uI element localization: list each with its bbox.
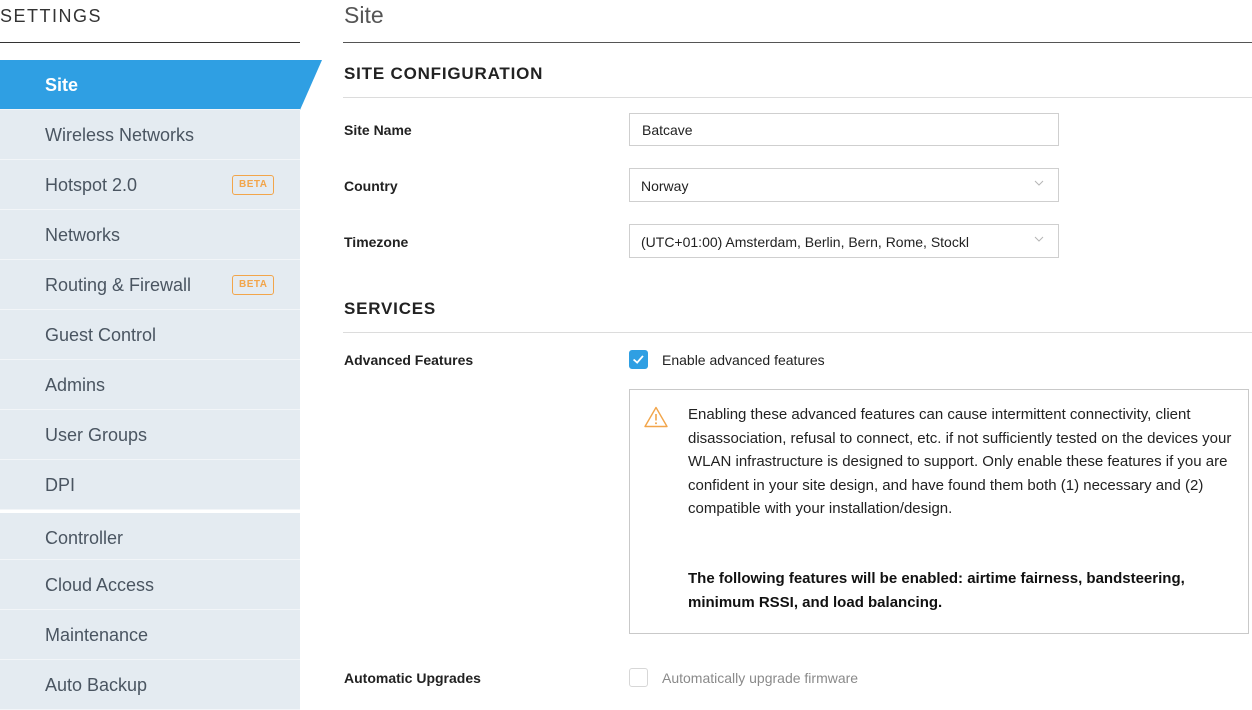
section-divider [343,332,1252,333]
chevron-down-icon [1034,180,1044,186]
warning-text: Enabling these advanced features can cau… [688,406,1232,517]
advanced-features-warning: Enabling these advanced features can cau… [629,389,1249,634]
page-title: Site [344,2,384,28]
site-configuration-heading: SITE CONFIGURATION [344,64,544,83]
sidebar-item-label: Controller [45,528,124,548]
sidebar-item-routing-firewall[interactable]: Routing & Firewall BETA [0,260,300,310]
sidebar-item-label: Site [45,75,79,95]
main-content: Site SITE CONFIGURATION Site Name Countr… [343,0,1252,709]
advanced-features-checkbox[interactable] [629,350,648,369]
site-name-label: Site Name [344,122,412,138]
sidebar-item-label: Routing & Firewall [45,275,192,295]
chevron-down-icon [1034,236,1044,242]
sidebar-item-label: Hotspot 2.0 [45,175,138,195]
sidebar-item-label: User Groups [45,425,148,445]
sidebar-item-label: DPI [45,475,76,495]
sidebar-item-auto-backup[interactable]: Auto Backup [0,660,300,710]
settings-sidebar: SETTINGS Site Wireless Networks Hotspot … [0,0,322,710]
warning-features-list: The following features will be enabled: … [688,570,1185,611]
checkmark-icon [632,355,644,364]
timezone-select[interactable]: (UTC+01:00) Amsterdam, Berlin, Bern, Rom… [629,224,1059,258]
sidebar-item-label: Networks [45,225,121,245]
sidebar-item-controller[interactable]: Controller [0,510,300,560]
advanced-features-checkbox-label[interactable]: Enable advanced features [662,352,825,368]
automatic-upgrades-label: Automatic Upgrades [344,670,481,686]
sidebar-item-label: Cloud Access [45,575,155,595]
country-label: Country [344,178,398,194]
sidebar-item-label: Auto Backup [45,675,148,695]
services-heading: SERVICES [344,299,437,318]
advanced-features-label: Advanced Features [344,352,474,368]
sidebar-item-label: Wireless Networks [45,125,195,145]
warning-icon [644,406,668,428]
automatic-upgrades-checkbox[interactable] [629,668,648,687]
sidebar-item-networks[interactable]: Networks [0,210,300,260]
automatic-upgrades-checkbox-label[interactable]: Automatically upgrade firmware [662,670,858,686]
sidebar-title: SETTINGS [0,6,103,26]
sidebar-item-admins[interactable]: Admins [0,360,300,410]
settings-nav: Site Wireless Networks Hotspot 2.0 BETA … [0,60,322,710]
sidebar-item-maintenance[interactable]: Maintenance [0,610,300,660]
sidebar-title-divider [0,42,300,43]
beta-badge: BETA [232,175,275,195]
site-name-input[interactable] [629,113,1059,146]
sidebar-item-site[interactable]: Site [0,60,322,110]
sidebar-item-dpi[interactable]: DPI [0,460,300,510]
sidebar-item-cloud-access[interactable]: Cloud Access [0,560,300,610]
timezone-select-value: (UTC+01:00) Amsterdam, Berlin, Bern, Rom… [641,234,969,250]
timezone-label: Timezone [344,234,409,250]
sidebar-item-wireless-networks[interactable]: Wireless Networks [0,110,300,160]
sidebar-item-guest-control[interactable]: Guest Control [0,310,300,360]
sidebar-item-hotspot[interactable]: Hotspot 2.0 BETA [0,160,300,210]
section-divider [343,97,1252,98]
sidebar-item-label: Maintenance [45,625,149,645]
sidebar-item-user-groups[interactable]: User Groups [0,410,300,460]
beta-badge: BETA [232,275,275,295]
sidebar-item-label: Guest Control [45,325,157,345]
country-select[interactable]: Norway [629,168,1059,202]
country-select-value: Norway [641,178,689,194]
page-title-divider [343,42,1252,43]
sidebar-item-label: Admins [45,375,106,395]
